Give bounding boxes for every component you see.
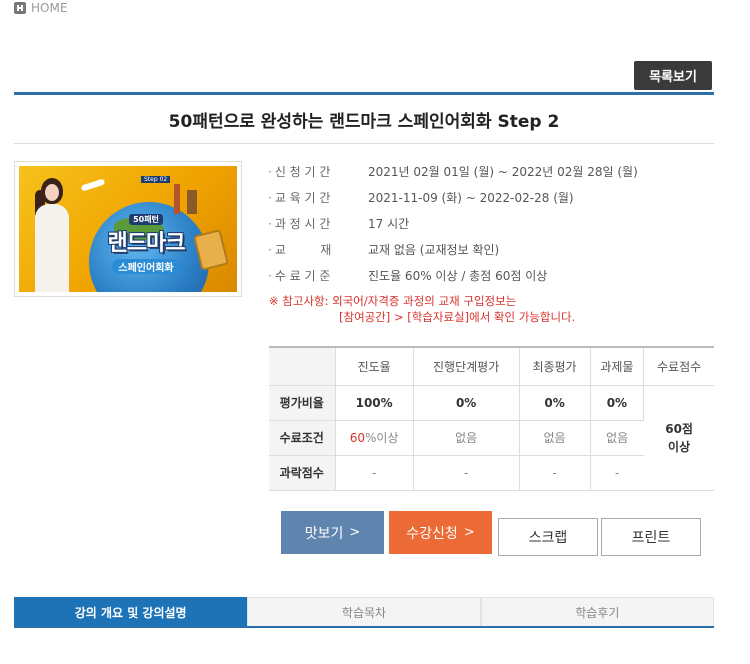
list-view-button[interactable]: 목록보기	[634, 61, 712, 90]
info-row-textbook: 교 재 교재 없음 (교재정보 확인)	[268, 236, 708, 262]
notice-line1: ※ 참고사항: 외국어/자격증 과정의 교재 구입정보는	[269, 294, 517, 308]
table-row: 평가비율 100% 0% 0% 0% 60점 이상	[269, 384, 714, 491]
textbook-info-link[interactable]: 교재 없음 (교재정보 확인)	[368, 241, 499, 258]
grade-table: 진도율 진행단계평가 최종평가 과제물 수료점수 평가비율 100% 0% 0%…	[269, 346, 714, 491]
info-row-completion-criteria: 수 료 기 준 진도율 60% 이상 / 총점 60점 이상	[268, 262, 708, 288]
instructor-graphic	[27, 178, 79, 292]
thumbnail-logo: 50패턴 랜드마크 스페인어회화	[91, 214, 201, 274]
instructor-face	[45, 184, 59, 201]
info-row-course-hours: 과 정 시 간 17 시간	[268, 210, 708, 236]
table-cell: 0%	[590, 384, 645, 421]
preview-button[interactable]: 맛보기 >	[281, 511, 384, 554]
progress-condition-suffix: %이상	[365, 431, 399, 445]
table-cell: 없음	[413, 419, 520, 456]
info-label: 수 료 기 준	[268, 267, 368, 284]
row-header-weight: 평가비율	[269, 384, 336, 421]
thumbnail-logo-line3: 스페인어회화	[112, 259, 180, 274]
preview-button-label: 맛보기	[304, 525, 344, 542]
breadcrumb[interactable]: HOME	[14, 0, 67, 16]
column-header-assignment: 과제물	[590, 346, 645, 386]
table-cell: 100%	[335, 384, 414, 421]
table-cell: 0%	[519, 384, 591, 421]
table-cell: 0%	[413, 384, 520, 421]
table-cell: 없음	[519, 419, 591, 456]
info-value: 2021-11-09 (화) ~ 2022-02-28 (월)	[368, 190, 574, 205]
table-cell: 60%이상	[335, 419, 414, 456]
landmark-graphic	[187, 190, 197, 214]
thumbnail-image: Step 02 50패턴 랜드마크 스페인어회화	[19, 166, 237, 292]
table-cell: -	[413, 454, 520, 491]
chevron-right-icon: >	[463, 525, 475, 540]
course-title: 50패턴으로 완성하는 랜드마크 스페인어회화 Step 2	[168, 112, 560, 132]
thumbnail-logo-line1: 50패턴	[129, 214, 163, 225]
tab-table-of-contents[interactable]: 학습목차	[247, 597, 481, 626]
title-divider	[14, 143, 714, 144]
info-row-apply-period: 신 청 기 간 2021년 02월 01일 (월) ~ 2022년 02월 28…	[268, 158, 708, 184]
pass-score-line1: 60점	[665, 421, 693, 436]
info-label: 신 청 기 간	[268, 163, 368, 180]
instructor-body	[35, 204, 69, 292]
home-icon	[14, 2, 26, 14]
chevron-right-icon: >	[349, 525, 361, 540]
info-label: 과 정 시 간	[268, 215, 368, 232]
airplane-icon	[80, 178, 106, 192]
row-header-condition: 수료조건	[269, 419, 336, 456]
textbook-notice: ※ 참고사항: 외국어/자격증 과정의 교재 구입정보는 [참여공간] > [학…	[269, 293, 575, 325]
info-value: 2021년 02월 01일 (월) ~ 2022년 02월 28일 (월)	[368, 164, 638, 179]
scrap-button[interactable]: 스크랩	[498, 518, 598, 556]
progress-condition-value: 60	[349, 431, 366, 445]
course-tabs: 강의 개요 및 강의설명 학습목차 학습후기	[14, 597, 714, 628]
apply-button-label: 수강신청	[406, 525, 458, 542]
course-info: 신 청 기 간 2021년 02월 01일 (월) ~ 2022년 02월 28…	[268, 158, 708, 288]
row-header-fail-score: 과락점수	[269, 454, 336, 491]
breadcrumb-home-label[interactable]: HOME	[31, 1, 67, 15]
table-cell: -	[590, 454, 644, 491]
table-cell: -	[335, 454, 414, 491]
print-button[interactable]: 프린트	[601, 518, 701, 556]
tab-reviews[interactable]: 학습후기	[480, 597, 714, 626]
column-header-pass-score: 수료점수	[643, 346, 714, 386]
info-value: 17 시간	[368, 216, 410, 231]
course-thumbnail: Step 02 50패턴 랜드마크 스페인어회화	[14, 161, 242, 297]
pass-score-line2: 이상	[668, 439, 691, 454]
info-value: 진도율 60% 이상 / 총점 60점 이상	[368, 268, 548, 283]
header-divider	[14, 92, 714, 95]
column-header-final: 최종평가	[519, 346, 591, 386]
info-row-education-period: 교 육 기 간 2021-11-09 (화) ~ 2022-02-28 (월)	[268, 184, 708, 210]
column-header-midterm: 진행단계평가	[413, 346, 520, 386]
thumbnail-step-tag: Step 02	[141, 176, 171, 183]
table-corner-cell	[269, 346, 336, 386]
apply-button[interactable]: 수강신청 >	[389, 511, 492, 554]
column-header-progress: 진도율	[335, 346, 414, 386]
pass-score-cell: 60점 이상	[643, 384, 714, 491]
info-label: 교 육 기 간	[268, 189, 368, 206]
thumbnail-logo-line2: 랜드마크	[107, 231, 186, 256]
landmark-graphic	[174, 184, 180, 214]
notice-line2: [참여공간] > [학습자료실]에서 확인 가능합니다.	[339, 310, 576, 324]
table-cell: -	[519, 454, 591, 491]
table-cell: 없음	[590, 419, 644, 456]
info-label: 교 재	[268, 241, 368, 258]
tab-overview[interactable]: 강의 개요 및 강의설명	[14, 597, 248, 626]
